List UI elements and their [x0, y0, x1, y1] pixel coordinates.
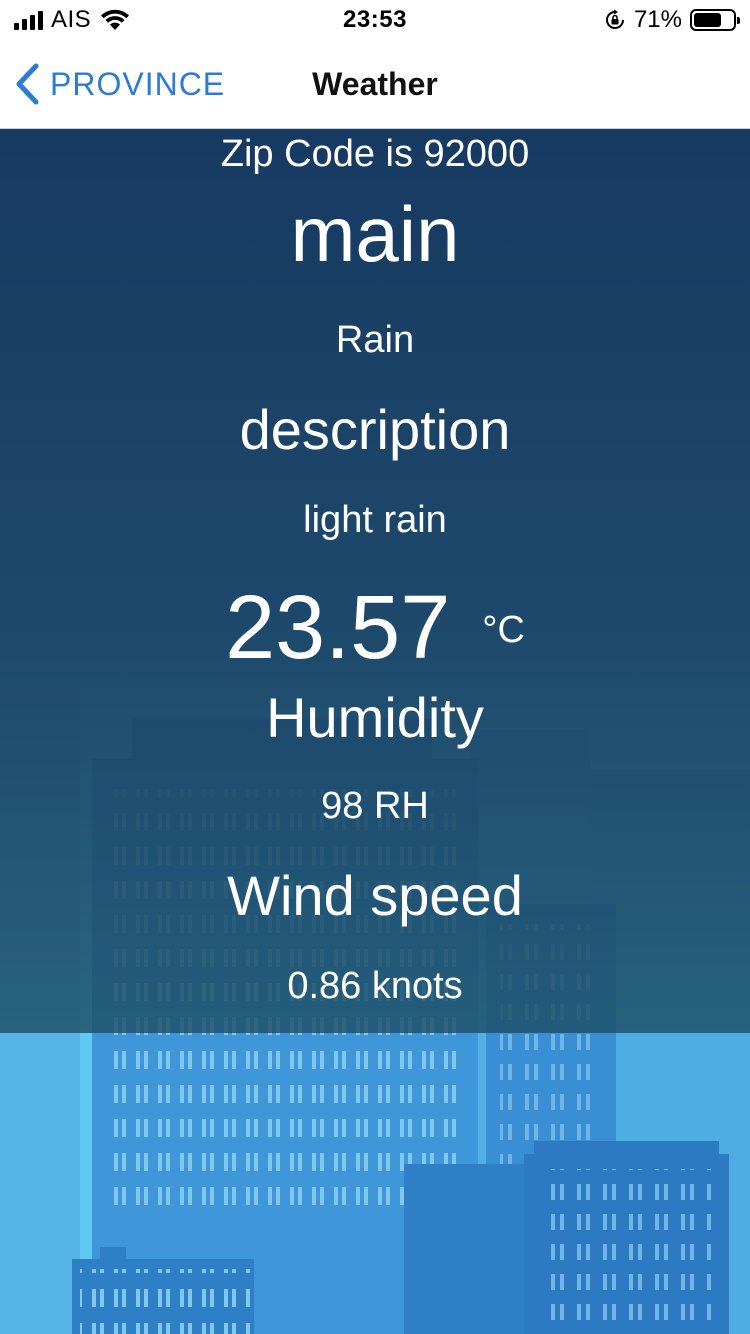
humidity-heading: Humidity	[266, 686, 484, 749]
chevron-left-icon	[16, 63, 39, 105]
wind-speed-heading: Wind speed	[227, 864, 523, 927]
humidity-value: 98 RH	[321, 785, 429, 827]
navigation-bar: PROVINCE Weather	[0, 40, 750, 129]
battery-percent: 71%	[633, 6, 682, 33]
orientation-lock-icon	[605, 9, 624, 29]
status-right: 71%	[604, 6, 740, 34]
zip-code-text: Zip Code is 92000	[220, 133, 530, 175]
description-value: light rain	[303, 499, 447, 541]
weather-background: Zip Code is 92000 main Rain description …	[0, 129, 750, 1334]
wind-speed-value: 0.86 knots	[287, 965, 463, 1007]
back-button[interactable]: PROVINCE	[14, 40, 225, 128]
temperature-value: 23.57	[225, 578, 451, 678]
temperature-row: 23.57 °C	[0, 577, 750, 680]
description-heading: description	[239, 398, 511, 461]
main-heading: main	[290, 190, 460, 278]
battery-icon	[690, 9, 740, 31]
battery-fill	[694, 13, 721, 27]
temperature-unit: °C	[482, 609, 525, 651]
back-button-label: PROVINCE	[50, 65, 226, 102]
status-bar: AIS 23:53 71%	[0, 0, 750, 40]
main-value: Rain	[335, 319, 415, 361]
